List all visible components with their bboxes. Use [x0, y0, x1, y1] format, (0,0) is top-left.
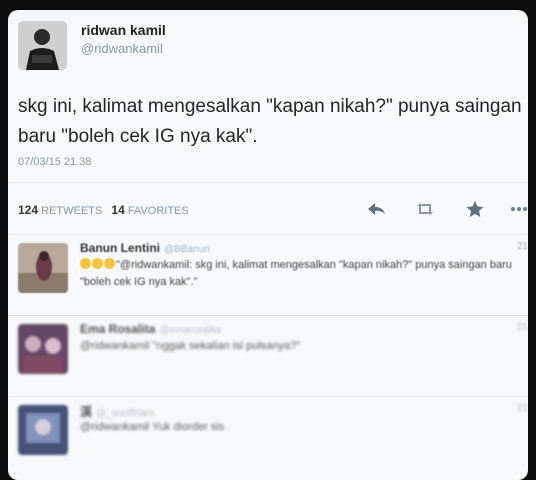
reply-time[interactable]: 21: [517, 403, 528, 414]
reply-text: @ridwankamil "nggak sekalian isi pulsany…: [80, 340, 301, 352]
reply-author-handle[interactable]: @emarosalita: [159, 325, 221, 336]
reply-author-name[interactable]: Banun Lentini: [80, 241, 160, 255]
reply-author-name[interactable]: Ema Rosalita: [80, 322, 155, 336]
favorites-label[interactable]: FAVORITES: [128, 205, 189, 217]
reply-time[interactable]: 21: [517, 322, 528, 333]
favorites-count[interactable]: 14: [111, 203, 124, 217]
author-avatar[interactable]: [18, 21, 67, 70]
reply-avatar[interactable]: [18, 405, 68, 455]
reply-avatar[interactable]: [18, 243, 68, 293]
tweet-timestamp[interactable]: 07/03/15 21.38: [18, 156, 91, 168]
reply-author[interactable]: Ema Rosalita @emarosalita: [80, 322, 221, 336]
reply-text: @ridwankamil Yuk diorder sis: [80, 421, 225, 433]
author-name[interactable]: ridwan kamil: [81, 22, 166, 38]
author-handle[interactable]: @ridwankamil: [81, 41, 163, 56]
reply-time[interactable]: 21: [517, 241, 528, 252]
reply-author-handle[interactable]: @BBanun: [164, 244, 210, 255]
reply-item[interactable]: Ema Rosalita @emarosalita 21 @ridwankamil…: [8, 316, 528, 396]
reply-icon[interactable]: [366, 200, 388, 218]
star-icon[interactable]: [464, 200, 486, 218]
reply-avatar[interactable]: [18, 324, 68, 374]
reply-author-name[interactable]: 渓: [80, 405, 92, 419]
retweets-count[interactable]: 124: [18, 203, 38, 217]
tweet-card: ridwan kamil @ridwankamil skg ini, kalim…: [8, 10, 528, 480]
reply-text-body: "@ridwankamil: skg ini, kalimat mengesal…: [80, 259, 512, 288]
tweet-stats: 124 RETWEETS 14 FAVORITES: [18, 203, 189, 217]
tweet-text: skg ini, kalimat mengesalkan "kapan nika…: [18, 96, 522, 147]
reply-author[interactable]: Banun Lentini @BBanun: [80, 241, 210, 255]
reply-item[interactable]: 渓 @_suciftriani 21 @ridwankamil Yuk diord…: [8, 397, 528, 477]
more-icon[interactable]: [508, 200, 528, 218]
reply-item[interactable]: Banun Lentini @BBanun 21 "@ridwankamil: s…: [8, 235, 528, 315]
retweet-icon[interactable]: [414, 200, 436, 218]
reply-text: "@ridwankamil: skg ini, kalimat mengesal…: [80, 257, 520, 291]
laughing-emoji-icon: [80, 258, 116, 271]
retweets-label[interactable]: RETWEETS: [41, 205, 102, 217]
divider: [8, 182, 528, 183]
reply-author[interactable]: 渓 @_suciftriani: [80, 403, 154, 420]
reply-author-handle[interactable]: @_suciftriani: [96, 408, 154, 419]
